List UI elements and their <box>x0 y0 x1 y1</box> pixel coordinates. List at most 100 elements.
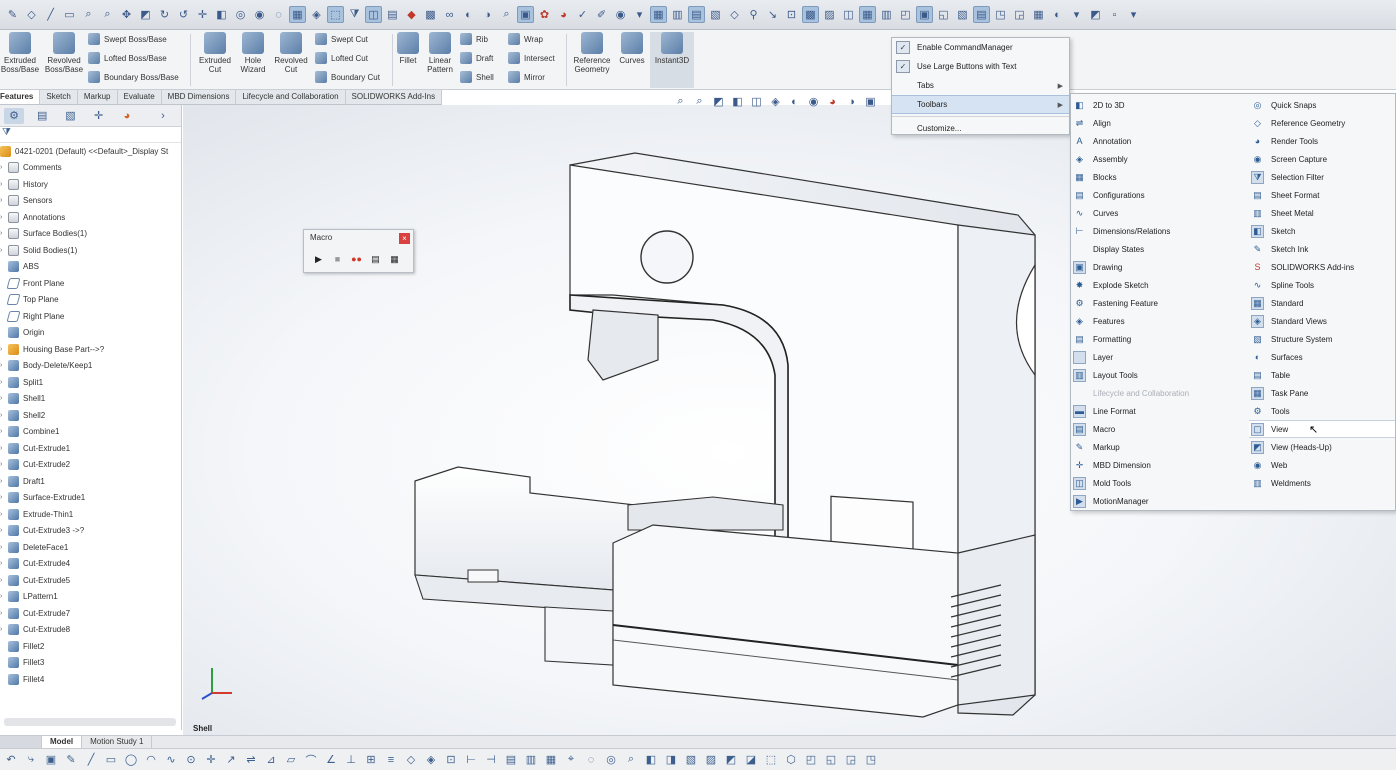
toolbar-menu-item[interactable]: ◕ Render Tools <box>1249 132 1395 150</box>
tree-item[interactable]: › Cut-Extrude7 <box>0 605 181 622</box>
toolbar-b-icon[interactable]: ▥ <box>669 6 686 23</box>
zoom-icon[interactable]: ⌕ <box>80 6 97 23</box>
toolbar-menu-item[interactable]: ⚙ Tools <box>1249 402 1395 420</box>
display-style-icon[interactable]: ◎ <box>232 6 249 23</box>
line-icon[interactable]: ╱ <box>42 6 59 23</box>
sketch-tool-icon[interactable]: ▨ <box>704 753 718 767</box>
toolbar-s-icon[interactable]: ◳ <box>992 6 1009 23</box>
tree-item[interactable]: › Surface Bodies(1) <box>0 226 181 243</box>
tree-item[interactable]: › LPattern1 <box>0 589 181 606</box>
bottom-tab-scroll[interactable] <box>0 736 42 748</box>
tree-root[interactable]: 0421-0201 (Default) <<Default>_Display S… <box>0 143 181 160</box>
toolbar-menu-item[interactable]: Display States <box>1071 240 1246 258</box>
sketch-tool-icon[interactable]: ⇌ <box>244 753 258 767</box>
tree-item[interactable]: › Cut-Extrude8 <box>0 622 181 639</box>
sketch-tool-icon[interactable]: ⬚ <box>764 753 778 767</box>
toolbar-menu-item[interactable]: ◎ Quick Snaps <box>1249 96 1395 114</box>
display-style-hud-icon[interactable]: ◐ <box>786 93 803 110</box>
tree-item[interactable]: › History <box>0 176 181 193</box>
tab-lifecycle-collaboration[interactable]: Lifecycle and Collaboration <box>236 90 346 104</box>
sketch-tool-icon[interactable]: ≡ <box>384 753 398 767</box>
expand-arrow-icon[interactable]: › <box>0 412 8 419</box>
bottom-tab-motion-study[interactable]: Motion Study 1 <box>82 736 153 748</box>
filter-icon[interactable]: ⧩ <box>0 127 181 143</box>
swept-cut-button[interactable]: Swept Cut <box>315 30 368 48</box>
expand-arrow-icon[interactable]: › <box>0 445 8 452</box>
sketch-tool-icon[interactable]: ⊥ <box>344 753 358 767</box>
toolbar-menu-item[interactable]: S SOLIDWORKS Add-ins <box>1249 258 1395 276</box>
view-settings-icon[interactable]: ▣ <box>862 93 879 110</box>
tree-item[interactable]: › Cut-Extrude3 ->? <box>0 523 181 540</box>
expand-arrow-icon[interactable]: › <box>0 197 8 204</box>
tab-solidworks-addins[interactable]: SOLIDWORKS Add-Ins <box>346 90 443 104</box>
expand-arrow-icon[interactable]: › <box>0 478 8 485</box>
cube-icon[interactable]: ◫ <box>365 6 382 23</box>
toolbar-d-icon[interactable]: ▧ <box>707 6 724 23</box>
run-macro-icon[interactable]: ▶ <box>312 252 325 266</box>
filter-icon[interactable]: ⧩ <box>346 6 363 23</box>
rib-button[interactable]: Rib <box>460 30 488 48</box>
toolbar-menu-item[interactable]: ∿ Curves <box>1071 204 1246 222</box>
boundary-boss-button[interactable]: Boundary Boss/Base <box>88 68 179 86</box>
sketch-pencil-icon[interactable]: ✎ <box>4 6 21 23</box>
expand-arrow-icon[interactable]: › <box>0 247 8 254</box>
expand-arrow-icon[interactable]: › <box>0 346 8 353</box>
configuration-manager-tab-icon[interactable]: ▧ <box>60 108 80 124</box>
tree-item[interactable]: Front Plane <box>0 275 181 292</box>
sketch-tool-icon[interactable]: ◯ <box>124 753 138 767</box>
tab-features[interactable]: Features <box>0 90 41 104</box>
link-icon[interactable]: ∞ <box>441 6 458 23</box>
stop-macro-icon[interactable]: ■ <box>331 252 344 266</box>
toolbar-menu-item[interactable]: ◈ Features <box>1071 312 1246 330</box>
rectangle-icon[interactable]: ▭ <box>61 6 78 23</box>
standard-views-icon[interactable]: ▦ <box>289 6 306 23</box>
toolbar-menu-item[interactable]: ⚙ Fastening Feature <box>1071 294 1246 312</box>
toolbar-r-icon[interactable]: ▤ <box>973 6 990 23</box>
sketch-tool-icon[interactable]: ◇ <box>404 753 418 767</box>
swept-boss-button[interactable]: Swept Boss/Base <box>88 30 167 48</box>
pan-icon[interactable]: ✥ <box>118 6 135 23</box>
toolbar-f-icon[interactable]: ⚲ <box>745 6 762 23</box>
dropdown-icon[interactable]: ▾ <box>631 6 648 23</box>
panel-horizontal-scrollbar[interactable] <box>4 718 176 726</box>
use-large-buttons-item[interactable]: ✓ Use Large Buttons with Text <box>892 57 1069 76</box>
toolbar-menu-item[interactable]: ◈ Standard Views <box>1249 312 1395 330</box>
expand-arrow-icon[interactable]: › <box>0 527 8 534</box>
boundary-cut-button[interactable]: Boundary Cut <box>315 68 380 86</box>
toolbar-menu-item[interactable]: ◈ Assembly <box>1071 150 1246 168</box>
tab-evaluate[interactable]: Evaluate <box>118 90 162 104</box>
sketch-tool-icon[interactable]: ▤ <box>504 753 518 767</box>
expand-arrow-icon[interactable]: › <box>0 395 8 402</box>
apply-scene-icon[interactable]: ◑ <box>843 93 860 110</box>
toolbar-l-icon[interactable]: ▦ <box>859 6 876 23</box>
select-icon[interactable]: ⬚ <box>327 6 344 23</box>
tree-item[interactable]: Fillet4 <box>0 671 181 688</box>
section-icon[interactable]: ◧ <box>213 6 230 23</box>
tree-item[interactable]: Top Plane <box>0 292 181 309</box>
extruded-boss-button[interactable]: Extruded Boss/Base <box>0 32 42 74</box>
tree-item[interactable]: › Comments <box>0 160 181 177</box>
tree-item[interactable]: › Cut-Extrude1 <box>0 440 181 457</box>
tree-item[interactable]: › Housing Base Part-->? <box>0 341 181 358</box>
view-orient-icon[interactable]: ◩ <box>137 6 154 23</box>
expand-arrow-icon[interactable]: › <box>0 214 8 221</box>
expand-arrow-icon[interactable]: › <box>0 379 8 386</box>
expand-arrow-icon[interactable]: › <box>0 428 8 435</box>
curves-button[interactable]: Curves <box>610 32 654 65</box>
toolbar-o-icon[interactable]: ▣ <box>916 6 933 23</box>
toolbar-menu-item[interactable]: ◧ Sketch <box>1249 222 1395 240</box>
toolbar-menu-item[interactable]: A Annotation <box>1071 132 1246 150</box>
expand-arrow-icon[interactable]: › <box>0 181 8 188</box>
sketch-tool-icon[interactable]: ◠ <box>144 753 158 767</box>
toolbar-menu-item[interactable]: ∿ Spline Tools <box>1249 276 1395 294</box>
previous-view-icon[interactable]: ◩ <box>710 93 727 110</box>
sketch-tool-icon[interactable]: ◲ <box>844 753 858 767</box>
sketch-tool-icon[interactable]: ∠ <box>324 753 338 767</box>
edit-appearance-icon[interactable]: ◕ <box>824 93 841 110</box>
expand-arrow-icon[interactable]: › <box>0 544 8 551</box>
toolbar-menu-item[interactable]: ◩ View (Heads-Up) <box>1249 438 1395 456</box>
toolbar-x-icon[interactable]: ◩ <box>1087 6 1104 23</box>
tree-item[interactable]: › Annotations <box>0 209 181 226</box>
record-macro-icon[interactable]: ●● <box>350 252 363 266</box>
toolbar-menu-item[interactable]: ⊢ Dimensions/Relations <box>1071 222 1246 240</box>
